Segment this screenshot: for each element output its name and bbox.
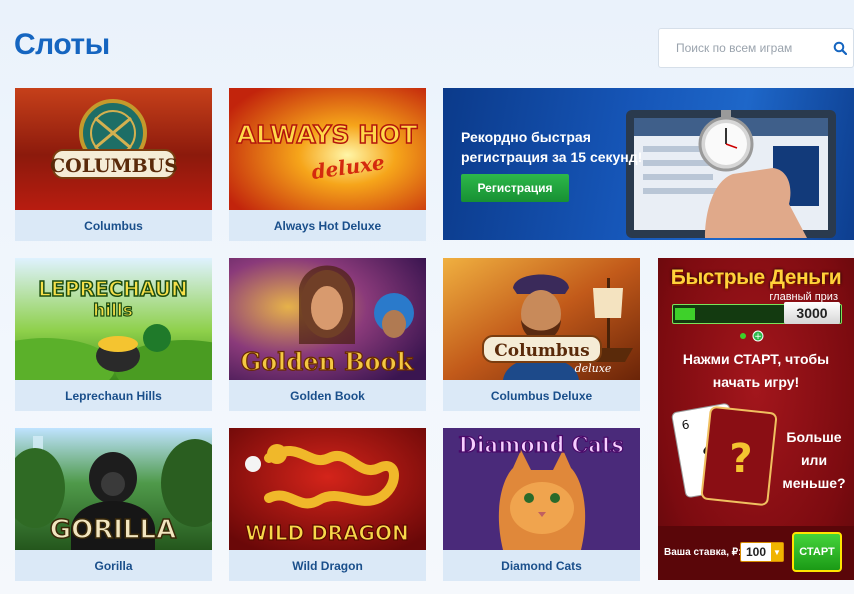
stake-bar: Ваша ставка, ₽: 100 ▼ СТАРТ — [658, 526, 854, 580]
game-name[interactable]: Gorilla — [15, 550, 212, 581]
game-logo-text: WILD DRAGON — [245, 521, 408, 545]
game-logo-subtext: hills — [93, 301, 133, 321]
prize-amount: 3000 — [784, 302, 840, 324]
game-card-gorilla[interactable]: GORILLA Gorilla — [15, 428, 212, 581]
stake-select[interactable]: 100 ▼ — [740, 542, 784, 562]
game-thumbnail[interactable]: Golden Book — [229, 258, 426, 380]
chevron-down-icon[interactable]: ▼ — [771, 543, 783, 561]
promo-title: Быстрые Деньги — [670, 266, 842, 289]
stake-value: 100 — [746, 545, 767, 559]
start-button[interactable]: СТАРТ — [792, 532, 842, 572]
game-name[interactable]: Diamond Cats — [443, 550, 640, 581]
game-thumbnail[interactable]: WILD DRAGON — [229, 428, 426, 550]
game-logo-text: COLUMBUS — [50, 155, 178, 177]
search-box[interactable] — [658, 28, 854, 68]
search-icon[interactable] — [833, 41, 847, 55]
game-name[interactable]: Golden Book — [229, 380, 426, 411]
game-logo-text: GORILLA — [50, 515, 176, 545]
playing-cards: 6 ♠ ? — [671, 403, 778, 506]
game-card-wild-dragon[interactable]: WILD DRAGON Wild Dragon — [229, 428, 426, 581]
game-thumbnail[interactable]: COLUMBUS — [15, 88, 212, 210]
game-thumbnail[interactable]: Columbus deluxe — [443, 258, 640, 380]
game-name[interactable]: Always Hot Deluxe — [229, 210, 426, 241]
game-card-golden-book[interactable]: Golden Book Golden Book — [229, 258, 426, 411]
game-thumbnail[interactable]: LEPRECHAUN hills — [15, 258, 212, 380]
progress-fill — [675, 308, 695, 320]
game-card-leprechaun-hills[interactable]: LEPRECHAUN hills Leprechaun Hills — [15, 258, 212, 411]
game-thumbnail[interactable]: ALWAYS HOT deluxe — [229, 88, 426, 210]
game-logo-text: Columbus — [494, 341, 590, 361]
register-button[interactable]: Регистрация — [461, 174, 569, 202]
page-title: Слоты — [14, 28, 110, 61]
card-question-mark: ? — [729, 436, 752, 482]
stake-label: Ваша ставка, ₽: — [664, 547, 742, 558]
game-card-columbus-deluxe[interactable]: Columbus deluxe Columbus Deluxe — [443, 258, 640, 411]
game-name[interactable]: Columbus — [15, 210, 212, 241]
game-logo-text: LEPRECHAUN — [38, 277, 187, 301]
game-card-columbus[interactable]: COLUMBUS Columbus — [15, 88, 212, 241]
game-logo-text: Golden Book — [241, 347, 415, 376]
game-thumbnail[interactable]: GORILLA — [15, 428, 212, 550]
game-name[interactable]: Wild Dragon — [229, 550, 426, 581]
search-input[interactable] — [659, 29, 829, 67]
game-logo-text: ALWAYS HOT — [237, 120, 418, 149]
game-name[interactable]: Leprechaun Hills — [15, 380, 212, 411]
promo-question: Больше или меньше? — [782, 429, 846, 491]
game-card-always-hot-deluxe[interactable]: ALWAYS HOT deluxe Always Hot Deluxe — [229, 88, 426, 241]
game-card-diamond-cats[interactable]: Diamond Cats Diamond Cats — [443, 428, 640, 581]
game-thumbnail[interactable]: Diamond Cats — [443, 428, 640, 550]
game-logo-subtext: deluxe — [575, 362, 612, 375]
svg-text:+: + — [754, 332, 762, 342]
game-name[interactable]: Columbus Deluxe — [443, 380, 640, 411]
banner-text: Рекордно быстрая регистрация за 15 секун… — [461, 129, 643, 165]
progress-dots: + — [740, 330, 764, 342]
registration-banner[interactable]: Рекордно быстрая регистрация за 15 секун… — [443, 88, 854, 240]
game-logo-text: Diamond Cats — [458, 432, 623, 457]
quick-money-widget: Быстрые Деньги главный приз 3000 + Нажми… — [658, 258, 854, 580]
promo-cta: Нажми СТАРТ, чтобы начать игру! — [682, 351, 830, 390]
